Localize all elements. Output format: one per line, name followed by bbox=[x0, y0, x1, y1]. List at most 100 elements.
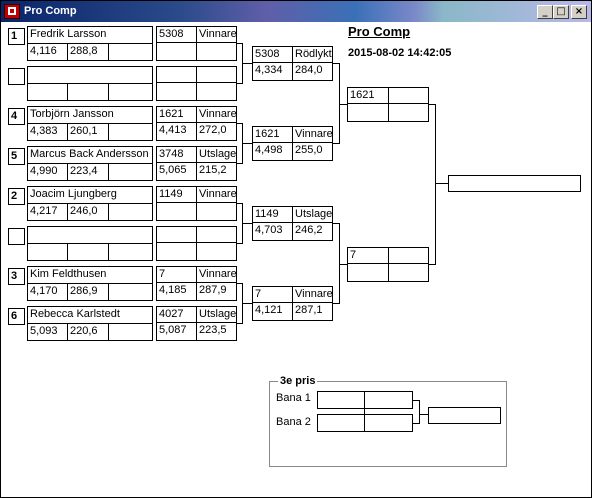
semifinal-card-bl bbox=[348, 104, 388, 120]
bracket-line bbox=[242, 63, 252, 64]
result-card-tl bbox=[157, 227, 196, 243]
result-card-br: 272,0 bbox=[199, 124, 227, 136]
seed-box: 2 bbox=[8, 188, 25, 205]
result-card-tr: Vinnare bbox=[199, 108, 236, 120]
result-card-bl bbox=[157, 203, 196, 219]
racer-name bbox=[28, 227, 152, 243]
round2-card-br: 287,1 bbox=[295, 304, 323, 316]
semifinal-card-tr bbox=[389, 248, 428, 264]
cell-divider bbox=[108, 323, 109, 341]
round2-card-bl: 4,334 bbox=[255, 64, 283, 76]
racer-rt bbox=[28, 244, 67, 260]
result-card-br bbox=[197, 243, 236, 259]
racer-speed: 260,1 bbox=[70, 125, 98, 137]
racer-name: Fredrik Larsson bbox=[30, 28, 107, 40]
round2-card-tr: Vinnare bbox=[295, 288, 332, 300]
cell-divider bbox=[108, 203, 109, 221]
result-card-tr: Utslagen bbox=[199, 308, 236, 320]
minimize-button[interactable]: _ bbox=[537, 5, 553, 19]
result-card-tr: Vinnare bbox=[199, 188, 236, 200]
racer-name: Torbjörn Jansson bbox=[30, 108, 114, 120]
racer-rt: 4,990 bbox=[30, 165, 58, 177]
app-window: Pro Comp _ □ × Pro Comp 2015-08-02 14:42… bbox=[0, 0, 592, 498]
seed-box: 4 bbox=[8, 108, 25, 125]
result-card-tr bbox=[197, 227, 236, 243]
result-card-bl: 4,413 bbox=[159, 124, 187, 136]
racer-speed: 288,8 bbox=[70, 45, 98, 57]
semifinal-card-tr bbox=[389, 88, 428, 104]
seed-box: 3 bbox=[8, 268, 25, 285]
racer-speed: 220,6 bbox=[70, 325, 98, 337]
round2-card-bl: 4,498 bbox=[255, 144, 283, 156]
bracket-area: Pro Comp 2015-08-02 14:42:05 1 Fredrik La… bbox=[1, 22, 591, 497]
bracket-line bbox=[242, 223, 252, 224]
result-card-br: 223,5 bbox=[199, 324, 227, 336]
result-card-tl: 7 bbox=[159, 268, 166, 280]
result-card-tl bbox=[157, 67, 196, 83]
racer-rt: 4,217 bbox=[30, 205, 58, 217]
result-card-tr: Utslagen bbox=[199, 148, 236, 160]
racer-speed: 223,4 bbox=[70, 165, 98, 177]
result-card-tl: 4027 bbox=[159, 308, 184, 320]
racer-name bbox=[28, 67, 152, 83]
racer-name: Kim Feldthusen bbox=[30, 268, 107, 280]
round2-card-tr: Vinnare bbox=[295, 128, 332, 140]
result-card-br bbox=[197, 83, 236, 99]
cell-divider bbox=[108, 163, 109, 181]
app-icon[interactable] bbox=[4, 4, 20, 19]
round2-card-bl: 4,121 bbox=[255, 304, 283, 316]
cell-divider bbox=[108, 283, 109, 301]
racer-rt: 4,383 bbox=[30, 125, 58, 137]
result-card-tr bbox=[197, 67, 236, 83]
seed-box: 6 bbox=[8, 308, 25, 325]
round2-card-br: 246,2 bbox=[295, 224, 323, 236]
racer-rt: 4,116 bbox=[30, 45, 57, 57]
round2-card-tl: 5308 bbox=[255, 48, 280, 60]
result-card-tl: 1149 bbox=[159, 188, 183, 200]
page-title: Pro Comp bbox=[348, 24, 411, 39]
close-button[interactable]: × bbox=[571, 5, 587, 19]
racer-rt: 5,093 bbox=[30, 325, 58, 337]
bracket-line bbox=[242, 303, 252, 304]
result-card-bl: 5,087 bbox=[159, 324, 187, 336]
seed-box: 5 bbox=[8, 148, 25, 165]
bracket-line bbox=[435, 104, 436, 265]
round2-card-tl: 1149 bbox=[255, 208, 279, 220]
semifinal-card-tl: 1621 bbox=[350, 89, 375, 101]
round2-card-tr: Utslagen bbox=[295, 208, 332, 220]
result-card-bl: 5,065 bbox=[159, 164, 187, 176]
seed-box bbox=[8, 228, 25, 245]
result-card-tr: Vinnare bbox=[199, 268, 236, 280]
result-card-tl: 3748 bbox=[159, 148, 184, 160]
result-card-tl: 1621 bbox=[159, 108, 184, 120]
bracket-line bbox=[435, 183, 448, 184]
final-winner bbox=[449, 176, 580, 191]
result-card-bl bbox=[157, 83, 196, 99]
result-card-bl bbox=[157, 243, 196, 259]
racer-name: Rebecca Karlstedt bbox=[30, 308, 120, 320]
result-card-br bbox=[197, 43, 236, 59]
result-card-tr: Vinnare bbox=[199, 28, 236, 40]
round2-card-tr: Rödlykta bbox=[295, 48, 332, 60]
lane2-label: Bana 2 bbox=[276, 416, 311, 428]
round2-card-tl: 7 bbox=[255, 288, 262, 300]
title-bar[interactable]: Pro Comp _ □ × bbox=[1, 1, 591, 22]
result-card-br: 215,2 bbox=[199, 164, 227, 176]
round2-card-br: 284,0 bbox=[295, 64, 323, 76]
semifinal-card-tl: 7 bbox=[350, 249, 357, 261]
cell-divider bbox=[108, 43, 109, 61]
cell-divider bbox=[108, 123, 109, 141]
bracket-line bbox=[339, 264, 347, 265]
racer-rt bbox=[28, 84, 67, 100]
semifinal-card-br bbox=[389, 264, 428, 280]
result-card-bl bbox=[157, 43, 196, 59]
result-card-br bbox=[197, 203, 236, 219]
racer-speed: 246,0 bbox=[70, 205, 98, 217]
maximize-button[interactable]: □ bbox=[553, 5, 569, 19]
semifinal-card-br bbox=[389, 104, 428, 120]
racer-speed bbox=[68, 244, 108, 260]
racer-name: Marcus Back Andersson bbox=[30, 148, 149, 160]
result-card-tl: 5308 bbox=[159, 28, 184, 40]
result-card-br: 287,9 bbox=[199, 284, 227, 296]
third-place-legend: 3e pris bbox=[278, 375, 318, 387]
